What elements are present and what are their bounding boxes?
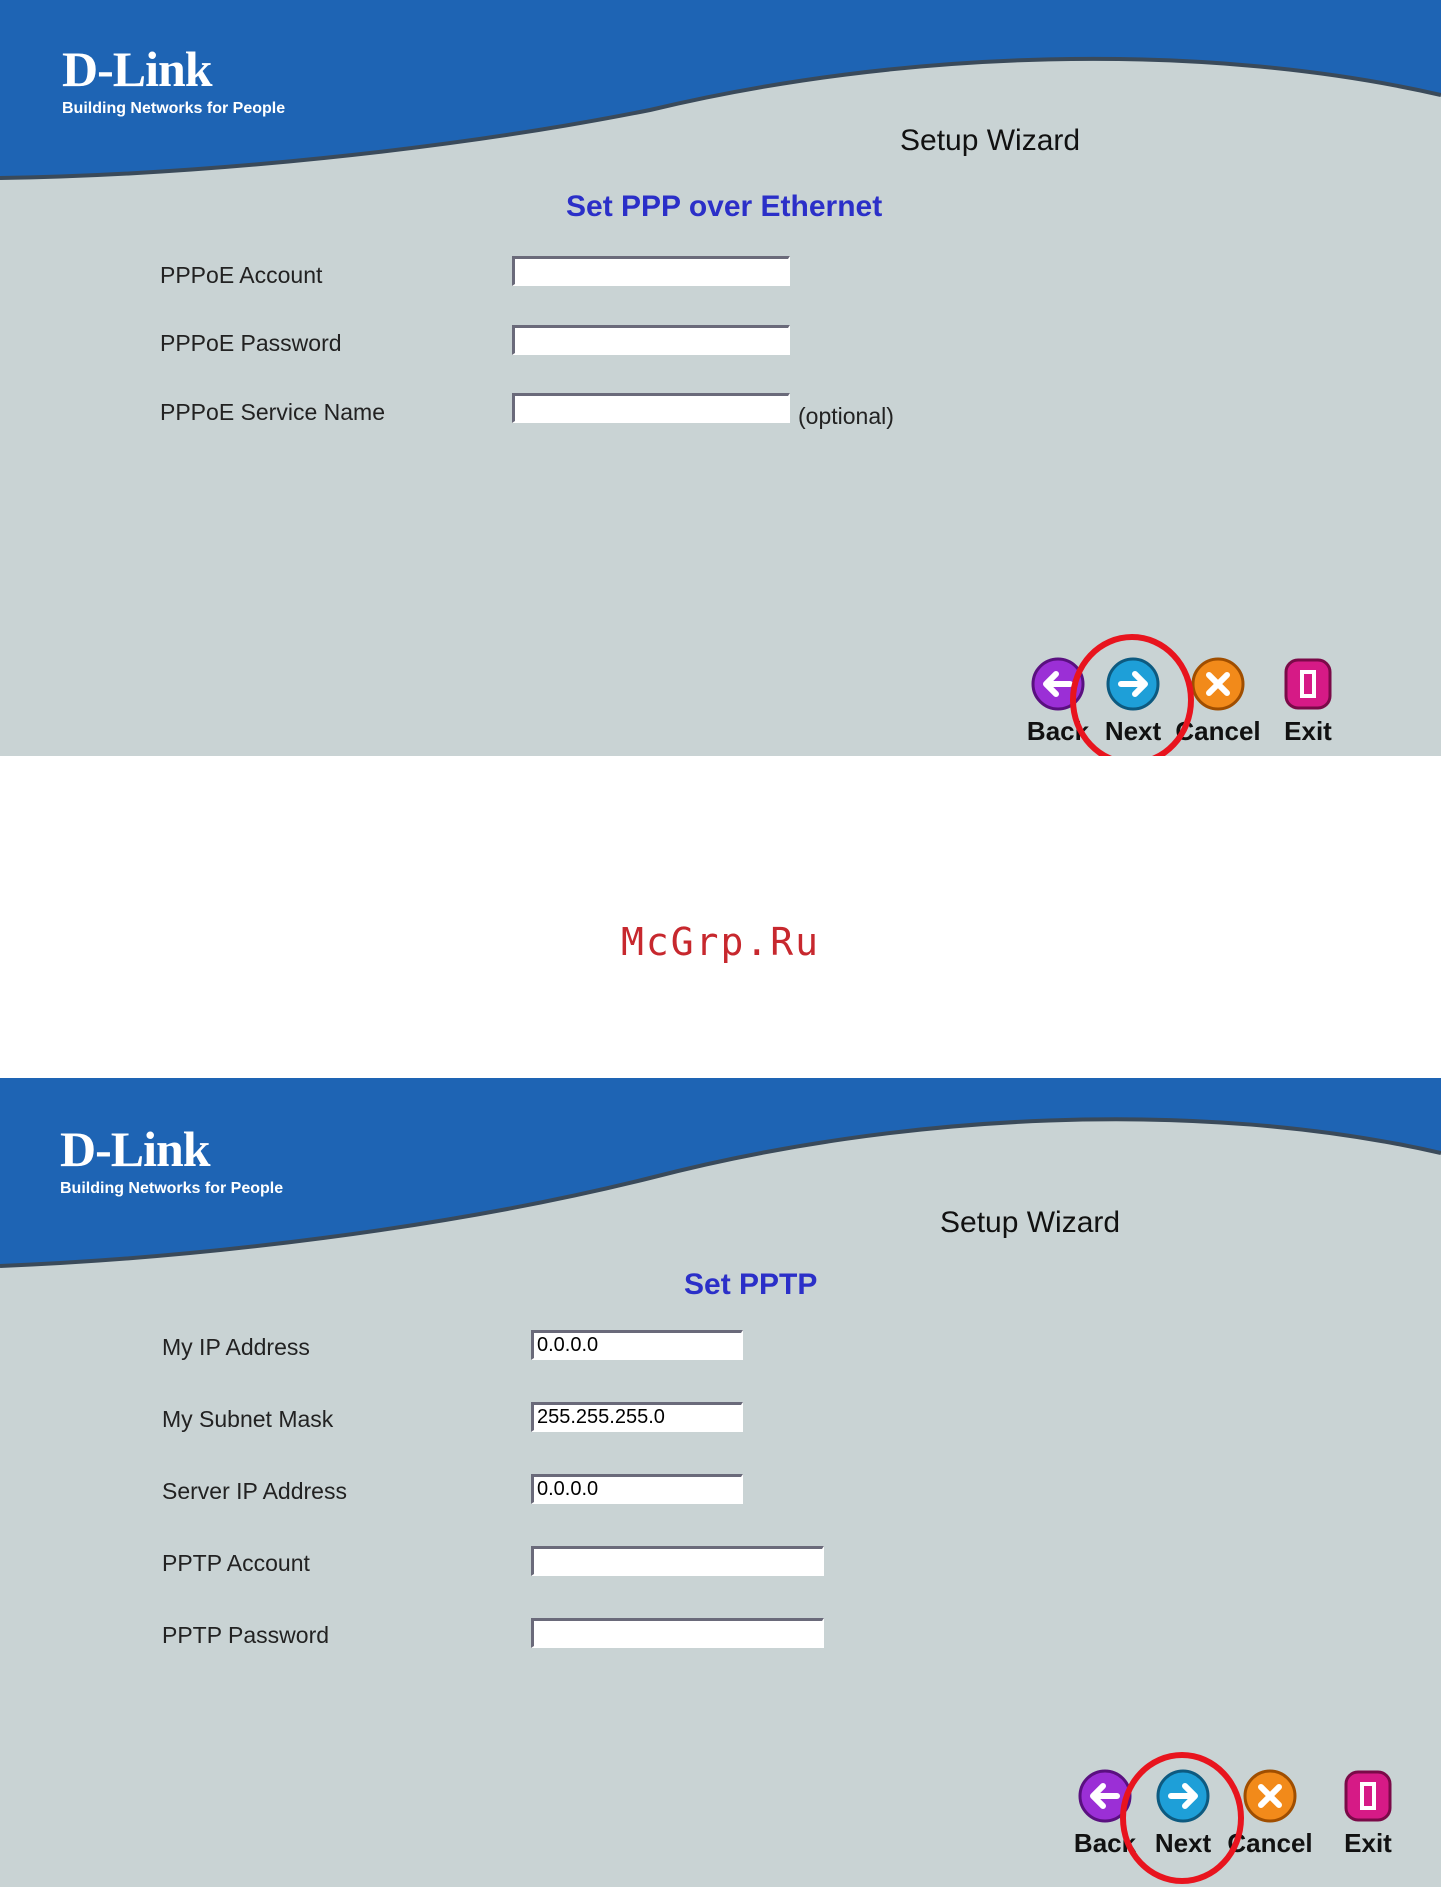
exit-label: Exit: [1344, 1828, 1392, 1858]
pppoe-service-name-label: PPPoE Service Name: [160, 399, 385, 425]
wizard-title: Setup Wizard: [940, 1206, 1121, 1239]
server-ip-address-label: Server IP Address: [162, 1478, 347, 1504]
next-label: Next: [1154, 1828, 1212, 1858]
cancel-label: Cancel: [1175, 716, 1261, 746]
pppoe-account-input[interactable]: [512, 256, 790, 286]
my-ip-address-label: My IP Address: [162, 1334, 310, 1360]
section-title: Set PPP over Ethernet: [566, 190, 883, 223]
logo-brand: D-Link: [62, 41, 213, 97]
exit-button[interactable]: Exit: [1258, 656, 1358, 756]
exit-door-icon: [1344, 1770, 1392, 1822]
exit-label: Exit: [1284, 716, 1332, 746]
cancel-x-icon: [1243, 1769, 1297, 1823]
server-ip-address-input[interactable]: [531, 1474, 743, 1504]
next-arrow-icon: [1156, 1769, 1210, 1823]
pppoe-password-label: PPPoE Password: [160, 330, 342, 356]
exit-door-icon: [1284, 658, 1332, 710]
next-arrow-icon: [1106, 657, 1160, 711]
logo-tagline: Building Networks for People: [62, 100, 286, 117]
pppoe-service-name-input[interactable]: [512, 393, 790, 423]
exit-button[interactable]: Exit: [1318, 1768, 1418, 1878]
dlink-logo: D-Link Building Networks for People: [60, 1124, 283, 1198]
dlink-logo: D-Link Building Networks for People: [62, 44, 285, 118]
cancel-button[interactable]: Cancel: [1220, 1768, 1320, 1878]
back-arrow-icon: [1031, 657, 1085, 711]
logo-tagline: Building Networks for People: [60, 1180, 284, 1197]
my-subnet-mask-input[interactable]: [531, 1402, 743, 1432]
cancel-x-icon: [1191, 657, 1245, 711]
wizard-title: Setup Wizard: [900, 124, 1081, 157]
next-button[interactable]: Next: [1133, 1768, 1233, 1878]
pptp-password-input[interactable]: [531, 1618, 824, 1648]
watermark: McGrp.Ru: [620, 920, 821, 964]
pptp-password-label: PPTP Password: [162, 1622, 330, 1648]
pppoe-password-input[interactable]: [512, 325, 790, 355]
pptp-wizard-panel: D-Link Building Networks for People Setu…: [0, 1078, 1441, 1887]
pppoe-wizard-panel: D-Link Building Networks for People Setu…: [0, 0, 1441, 756]
pptp-account-label: PPTP Account: [162, 1550, 310, 1576]
my-ip-address-input[interactable]: [531, 1330, 743, 1360]
pppoe-account-label: PPPoE Account: [160, 262, 323, 288]
cancel-button[interactable]: Cancel: [1168, 656, 1268, 756]
back-arrow-icon: [1078, 1769, 1132, 1823]
optional-note: (optional): [798, 403, 894, 429]
my-subnet-mask-label: My Subnet Mask: [162, 1406, 334, 1432]
logo-brand: D-Link: [60, 1121, 211, 1177]
cancel-label: Cancel: [1227, 1828, 1313, 1858]
pptp-account-input[interactable]: [531, 1546, 824, 1576]
section-title: Set PPTP: [684, 1268, 818, 1301]
